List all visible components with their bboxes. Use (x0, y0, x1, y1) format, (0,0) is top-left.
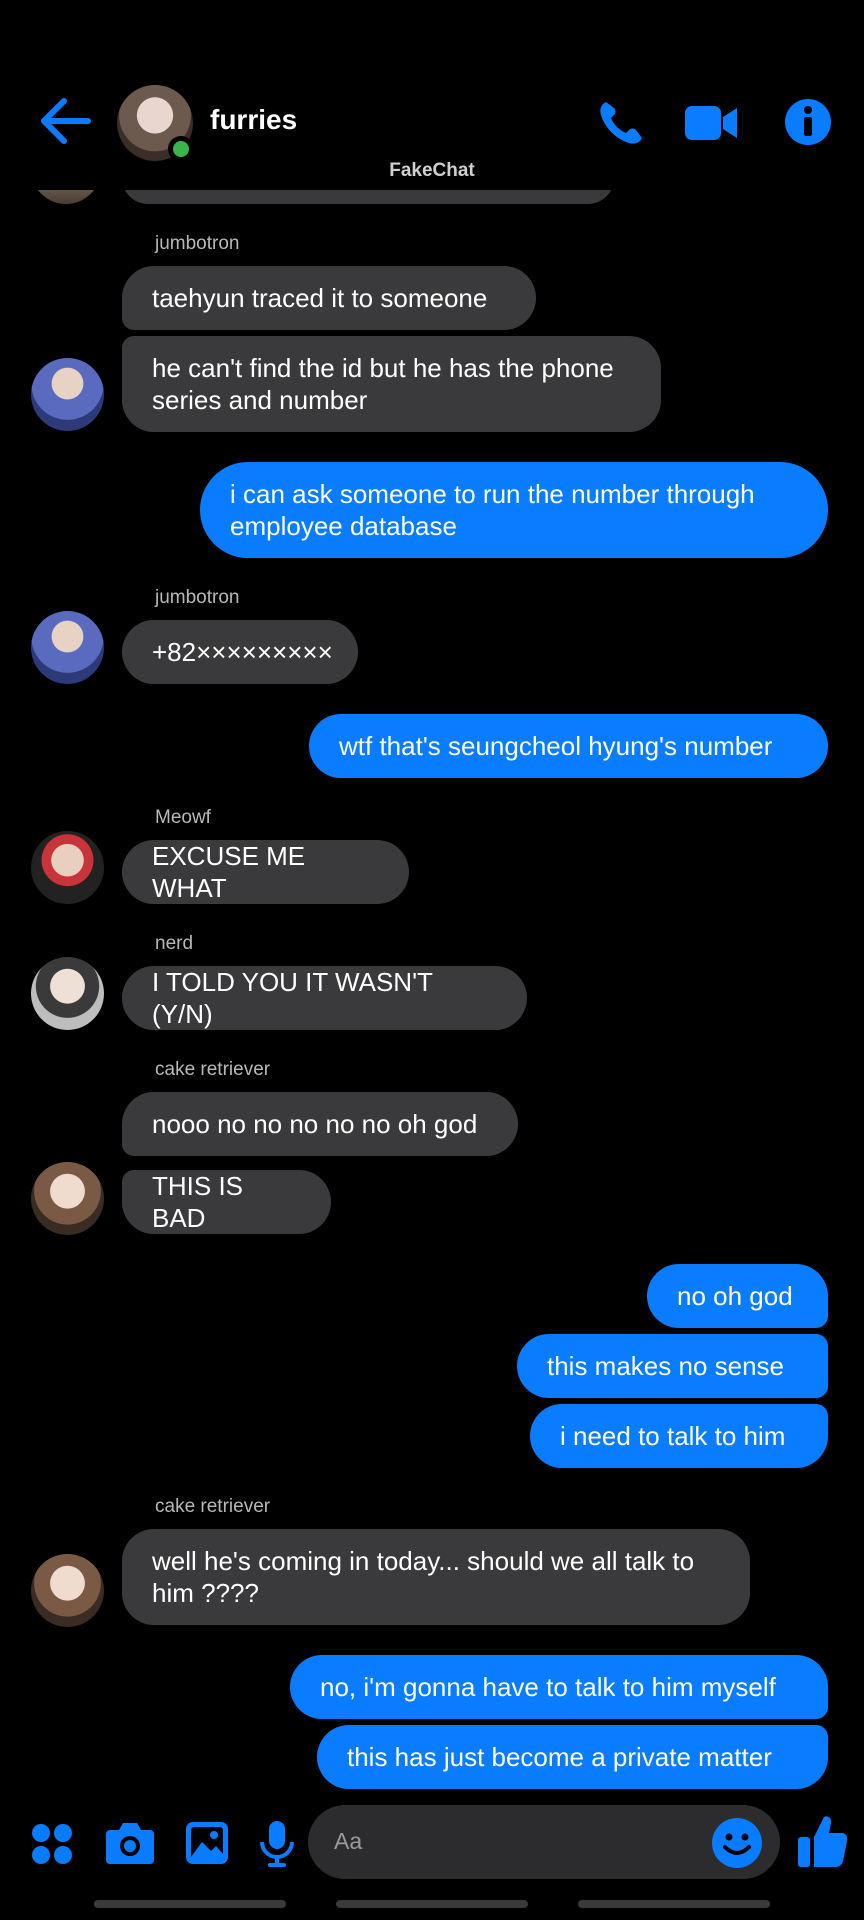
avatar (31, 1554, 104, 1627)
avatar (31, 358, 104, 431)
info-icon[interactable] (784, 98, 832, 146)
phone-call-icon[interactable] (596, 98, 646, 148)
sender-name: Meowf (155, 807, 211, 828)
sender-name: nerd (155, 933, 194, 954)
message-bubble-outgoing[interactable]: wtf that's seungcheol hyung's number (309, 714, 828, 778)
avatar (31, 957, 104, 1030)
sender-name: cake retriever (155, 1059, 271, 1080)
sender-name: jumbotron (155, 233, 240, 254)
message-bubble-outgoing[interactable]: no, i'm gonna have to talk to him myself (290, 1655, 828, 1719)
sender-name: jumbotron (155, 587, 240, 608)
nav-indicator (336, 1900, 528, 1908)
gallery-icon[interactable] (184, 1820, 230, 1866)
camera-icon[interactable] (105, 1820, 155, 1866)
message-bubble-outgoing[interactable]: i can ask someone to run the number thro… (200, 462, 828, 558)
message-bubble-incoming[interactable]: taehyun traced it to someone (122, 266, 536, 330)
message-bubble-incoming[interactable]: he can't find the id but he has the phon… (122, 336, 661, 432)
chat-title[interactable]: furries (210, 104, 297, 136)
back-arrow-icon[interactable] (36, 95, 94, 147)
sender-name: cake retriever (155, 1496, 271, 1517)
message-bubble-incoming[interactable]: I TOLD YOU IT WASN'T (Y/N) (122, 966, 527, 1030)
nav-indicator (94, 1900, 286, 1908)
microphone-icon[interactable] (258, 1820, 296, 1868)
message-bubble-incoming[interactable]: EXCUSE ME WHAT (122, 840, 409, 904)
message-bubble-outgoing[interactable]: this makes no sense (517, 1334, 828, 1398)
avatar (31, 611, 104, 684)
menu-dots-icon[interactable] (30, 1822, 74, 1866)
watermark: FakeChat (389, 160, 475, 181)
message-bubble-incoming[interactable]: well he's coming in today... should we a… (122, 1529, 750, 1625)
online-status-dot (168, 136, 194, 162)
video-call-icon[interactable] (683, 102, 739, 144)
message-input[interactable] (308, 1805, 780, 1879)
message-bubble-incoming[interactable]: THIS IS BAD (122, 1170, 331, 1234)
emoji-icon[interactable] (711, 1817, 763, 1869)
message-bubble-incoming[interactable]: nooo no no no no no oh god (122, 1092, 518, 1156)
thumbs-up-icon[interactable] (796, 1813, 848, 1869)
message-bubble-outgoing[interactable]: i need to talk to him (530, 1404, 828, 1468)
message-bubble-incoming[interactable]: +82××××××××× (122, 620, 358, 684)
message-bubble-outgoing[interactable]: no oh god (647, 1264, 828, 1328)
avatar (31, 1162, 104, 1235)
nav-indicator (578, 1900, 770, 1908)
message-bubble-outgoing[interactable]: this has just become a private matter (317, 1725, 828, 1789)
avatar (31, 831, 104, 904)
message-input-placeholder: Aa (334, 1828, 363, 1854)
